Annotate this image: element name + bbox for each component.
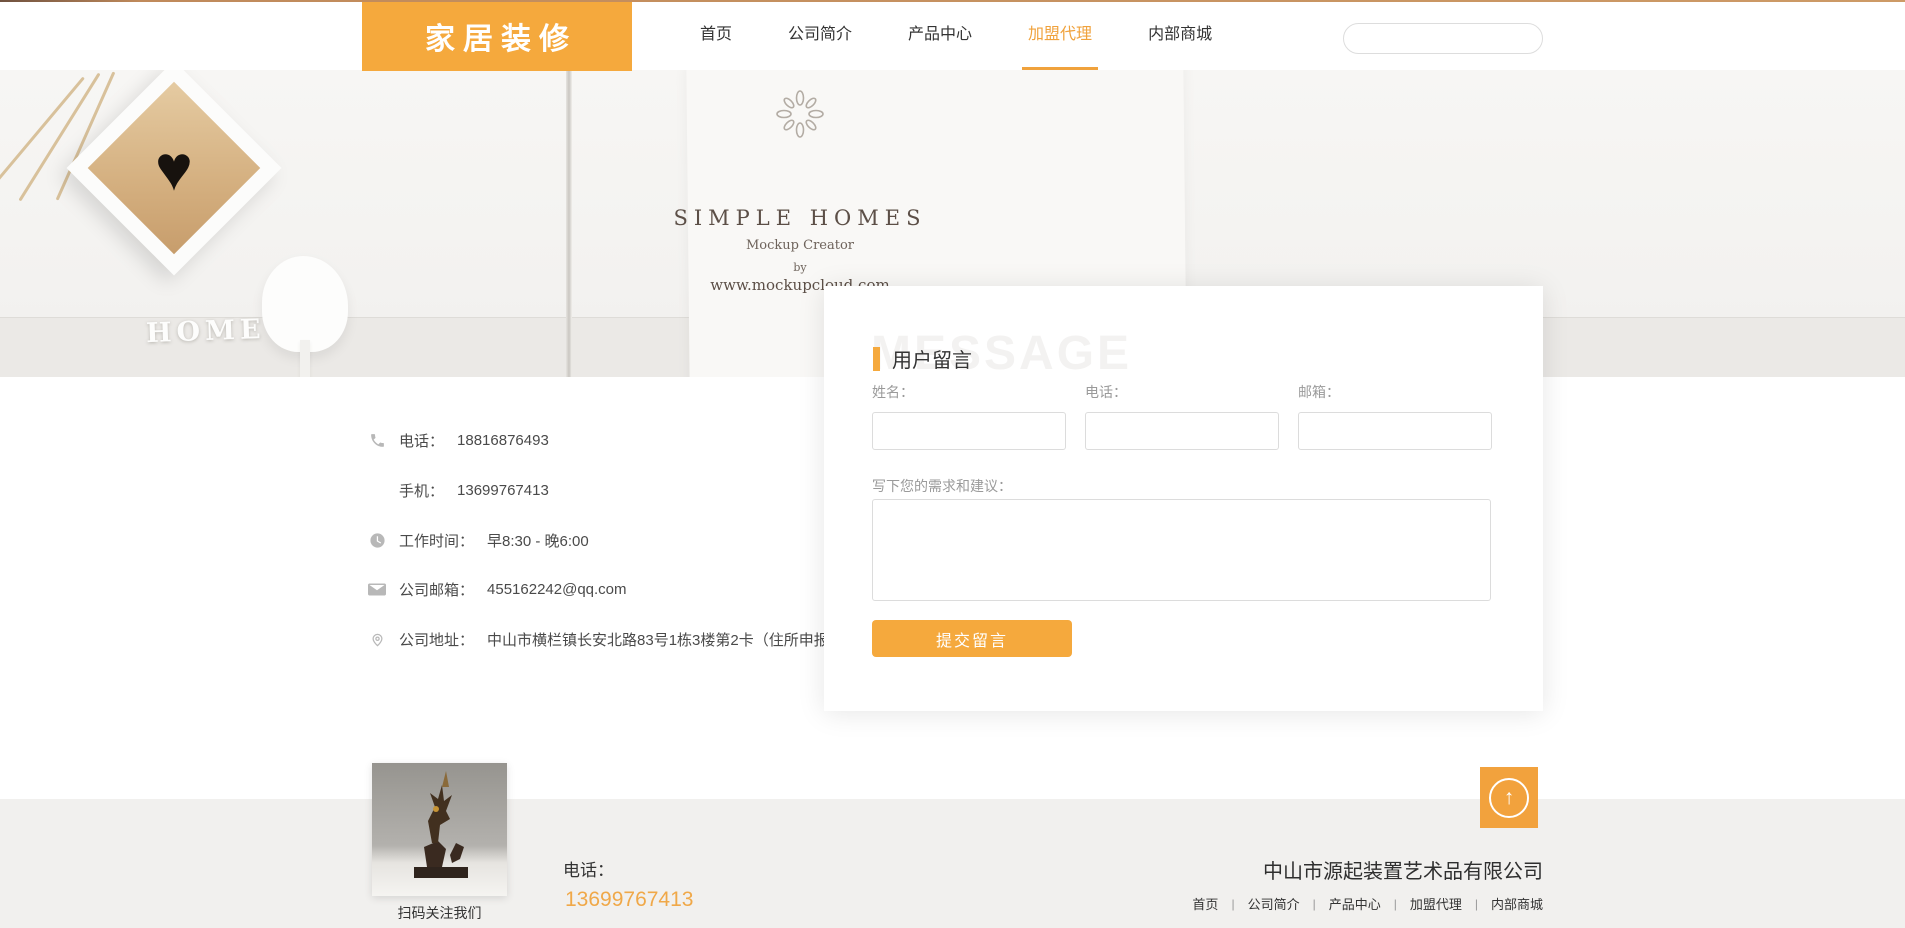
nav-item-mall[interactable]: 内部商城 bbox=[1148, 0, 1212, 70]
contact-row-address: 公司地址： 中山市横栏镇长安北路83号1栋3楼第2卡（住所申报） bbox=[368, 629, 844, 650]
name-input[interactable] bbox=[872, 412, 1066, 450]
email-input[interactable] bbox=[1298, 412, 1492, 450]
phone-label: 电话： bbox=[1085, 382, 1279, 402]
contact-label: 工作时间： bbox=[399, 530, 474, 551]
hero-card-title: SIMPLE HOMES bbox=[600, 206, 1000, 230]
hero-home-caption: HOME bbox=[145, 314, 266, 349]
submit-message-button[interactable]: 提交留言 bbox=[872, 620, 1072, 657]
footer-qr-image bbox=[372, 763, 507, 896]
contact-row-email: 公司邮箱： 455162242@qq.com bbox=[368, 579, 627, 600]
hero-birdhouse: ♥ bbox=[67, 70, 282, 275]
hero-card-byline: by bbox=[600, 261, 1000, 274]
message-textarea[interactable] bbox=[872, 499, 1491, 601]
footer-nav-separator: | bbox=[1475, 897, 1478, 911]
footer-nav-separator: | bbox=[1394, 897, 1397, 911]
top-accent-line bbox=[0, 0, 1905, 2]
contact-value: 455162242@qq.com bbox=[487, 581, 627, 598]
search-box[interactable] bbox=[1343, 23, 1543, 54]
page: 家居装修 首页 公司简介 产品中心 加盟代理 内部商城 ♥ HOME bbox=[0, 0, 1905, 928]
contact-label: 公司邮箱： bbox=[399, 579, 474, 600]
footer bbox=[0, 799, 1905, 928]
field-email: 邮箱： bbox=[1298, 382, 1492, 450]
clock-icon bbox=[368, 532, 386, 549]
footer-nav-about[interactable]: 公司简介 bbox=[1248, 894, 1300, 913]
site-logo[interactable]: 家居装修 bbox=[362, 0, 632, 71]
nav-item-products[interactable]: 产品中心 bbox=[908, 0, 972, 70]
heart-icon: ♥ bbox=[98, 92, 250, 244]
message-title: 用户留言 bbox=[892, 344, 972, 373]
mail-icon bbox=[368, 582, 386, 597]
hero-card-subtitle: Mockup Creator bbox=[600, 238, 1000, 253]
contact-value: 中山市横栏镇长安北路83号1栋3楼第2卡（住所申报） bbox=[487, 629, 844, 650]
hero-rope bbox=[0, 77, 85, 194]
up-arrow-icon: ↑ bbox=[1489, 778, 1529, 818]
contact-value: 13699767413 bbox=[457, 482, 549, 499]
contact-row-hours: 工作时间： 早8:30 - 晚6:00 bbox=[368, 530, 589, 551]
footer-nav-home[interactable]: 首页 bbox=[1192, 894, 1218, 913]
contact-label: 电话： bbox=[399, 430, 444, 451]
email-label: 邮箱： bbox=[1298, 382, 1492, 402]
footer-nav-separator: | bbox=[1231, 897, 1234, 911]
contact-row-phone: 电话： 18816876493 bbox=[368, 430, 549, 451]
footer-nav-franchise[interactable]: 加盟代理 bbox=[1410, 894, 1462, 913]
contact-value: 18816876493 bbox=[457, 432, 549, 449]
hero-chair-leg bbox=[300, 340, 310, 377]
footer-nav-mall[interactable]: 内部商城 bbox=[1491, 894, 1543, 913]
nav-item-franchise[interactable]: 加盟代理 bbox=[1028, 0, 1092, 70]
name-label: 姓名： bbox=[872, 382, 1066, 402]
footer-phone-number: 13699767413 bbox=[565, 888, 693, 912]
field-phone: 电话： bbox=[1085, 382, 1279, 450]
footer-qr-caption: 扫码关注我们 bbox=[372, 903, 507, 923]
message-titlebar: 用户留言 bbox=[873, 344, 972, 373]
hero-chair bbox=[262, 256, 348, 352]
location-icon bbox=[368, 631, 386, 649]
phone-input[interactable] bbox=[1085, 412, 1279, 450]
contact-value: 早8:30 - 晚6:00 bbox=[487, 530, 589, 551]
main-nav: 首页 公司简介 产品中心 加盟代理 内部商城 bbox=[700, 0, 1212, 70]
contact-row-mobile: 手机： 13699767413 bbox=[368, 480, 549, 501]
hero-wall-seam bbox=[566, 70, 572, 377]
footer-nav: 首页 | 公司简介 | 产品中心 | 加盟代理 | 内部商城 bbox=[1192, 894, 1543, 913]
message-textarea-label: 写下您的需求和建议： bbox=[872, 476, 1012, 496]
message-form-card: MESSAGE 用户留言 姓名： 电话： 邮箱： 写下您的需求和建议： 提交留言 bbox=[824, 286, 1543, 711]
footer-phone-label: 电话： bbox=[563, 856, 614, 881]
contact-label: 公司地址： bbox=[399, 629, 474, 650]
search-input[interactable] bbox=[1375, 27, 1551, 51]
nav-item-home[interactable]: 首页 bbox=[700, 0, 732, 70]
floral-ornament-icon bbox=[772, 86, 828, 142]
nav-item-about[interactable]: 公司简介 bbox=[788, 0, 852, 70]
field-name: 姓名： bbox=[872, 382, 1066, 450]
phone-icon bbox=[368, 432, 386, 449]
footer-nav-separator: | bbox=[1313, 897, 1316, 911]
title-accent-bar bbox=[873, 347, 880, 371]
scroll-to-top-button[interactable]: ↑ bbox=[1480, 767, 1538, 828]
site-logo-text: 家居装修 bbox=[417, 14, 577, 58]
footer-nav-products[interactable]: 产品中心 bbox=[1329, 894, 1381, 913]
footer-company-name: 中山市源起装置艺术品有限公司 bbox=[1263, 855, 1543, 884]
contact-label: 手机： bbox=[399, 480, 444, 501]
